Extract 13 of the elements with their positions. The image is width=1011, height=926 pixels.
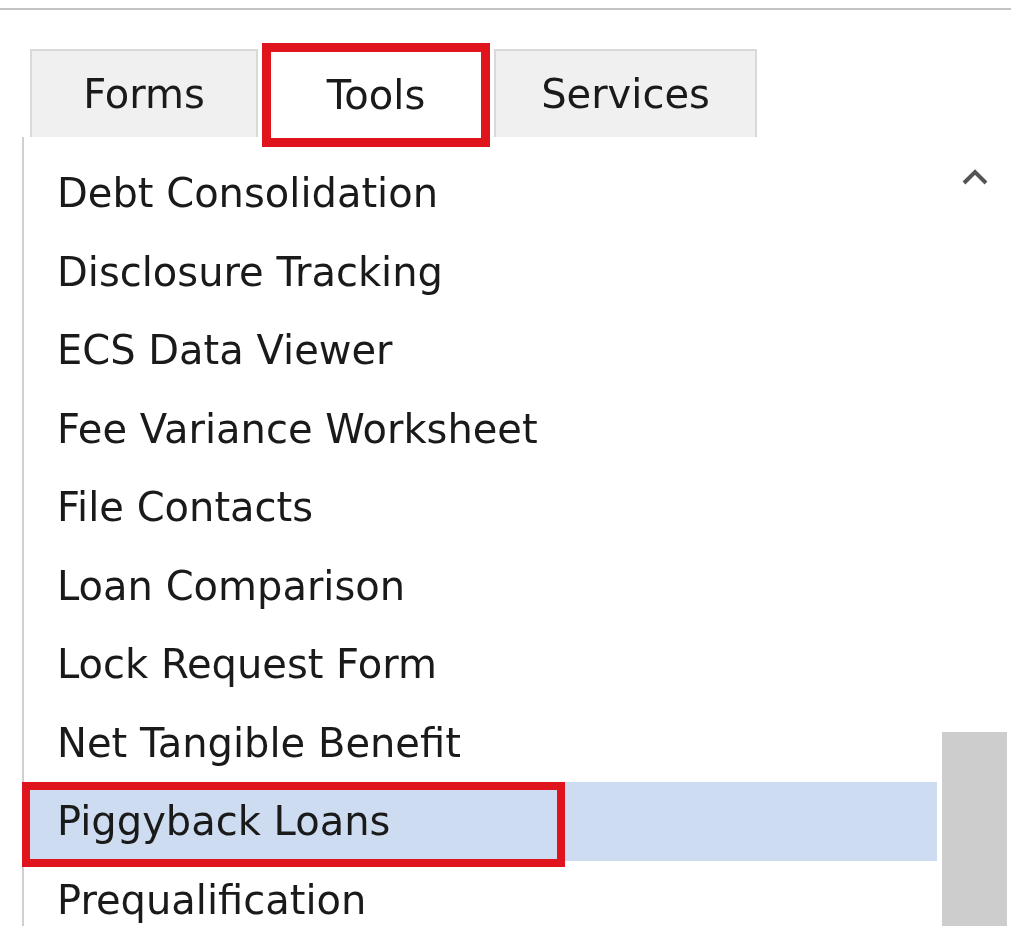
list-item[interactable]: Debt Consolidation [24,154,937,233]
tab[interactable]: Tools [262,43,490,147]
scroll-thumb[interactable] [942,732,1007,926]
list-item[interactable]: File Contacts [24,468,937,547]
tab[interactable]: Forms [30,49,258,137]
list-item[interactable]: Loan Comparison [24,546,937,625]
tab[interactable]: Services [494,49,757,137]
list-item[interactable]: Prequalification [24,860,937,926]
list-item[interactable]: Net Tangible Benefit [24,703,937,782]
list-item[interactable]: Fee Variance Worksheet [24,389,937,468]
list-item[interactable]: Disclosure Tracking [24,232,937,311]
list-item[interactable]: Lock Request Form [24,625,937,704]
list-item[interactable]: ECS Data Viewer [24,311,937,390]
